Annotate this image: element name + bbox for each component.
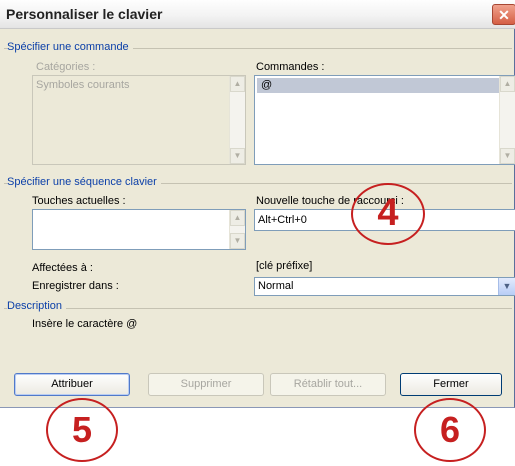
scroll-down-icon: ▼ <box>230 233 245 249</box>
categories-label: Catégories : <box>36 61 96 73</box>
scroll-down-icon[interactable]: ▼ <box>500 148 515 164</box>
commands-label: Commandes : <box>256 61 325 73</box>
callout-4: 4 <box>351 183 425 245</box>
categories-scrollbar: ▲ ▼ <box>229 76 245 164</box>
title-bar: Personnaliser le clavier ✕ <box>0 0 515 29</box>
description-group-label: Description <box>7 300 67 312</box>
close-button[interactable]: Fermer <box>400 373 502 396</box>
new-shortcut-value: Alt+Ctrl+0 <box>258 214 307 226</box>
commands-scrollbar[interactable]: ▲ ▼ <box>499 76 515 164</box>
callout-6: 6 <box>414 398 486 462</box>
current-keys-label: Touches actuelles : <box>32 195 126 207</box>
categories-listbox: Symboles courants ▲ ▼ <box>32 75 246 165</box>
close-icon: ✕ <box>498 7 510 23</box>
keyboard-customize-dialog: Personnaliser le clavier ✕ Spécifier une… <box>0 0 515 408</box>
current-keys-listbox[interactable]: ▲ ▼ <box>32 209 246 250</box>
dialog-title: Personnaliser le clavier <box>6 6 163 22</box>
save-in-value: Normal <box>258 280 294 292</box>
scroll-down-icon: ▼ <box>230 148 245 164</box>
specify-command-group-label: Spécifier une commande <box>7 41 133 53</box>
specify-sequence-group-label: Spécifier une séquence clavier <box>7 176 161 188</box>
commands-item-label: @ <box>261 79 273 91</box>
callout-5: 5 <box>46 398 118 462</box>
save-in-label: Enregistrer dans : <box>32 280 119 292</box>
scroll-up-icon: ▲ <box>230 210 245 226</box>
group-divider <box>4 308 512 309</box>
close-window-button[interactable]: ✕ <box>492 4 515 25</box>
scroll-up-icon[interactable]: ▲ <box>500 76 515 92</box>
remove-button[interactable]: Supprimer <box>148 373 264 396</box>
assigned-to-label: Affectées à : <box>32 262 93 274</box>
assign-button[interactable]: Attribuer <box>14 373 130 396</box>
reset-all-button[interactable]: Rétablir tout... <box>270 373 386 396</box>
save-in-dropdown[interactable]: Normal ▼ <box>254 277 515 296</box>
assigned-to-value: [clé préfixe] <box>256 260 313 272</box>
commands-listbox[interactable]: @ ▲ ▼ <box>254 75 515 165</box>
current-keys-scrollbar: ▲ ▼ <box>229 210 245 249</box>
description-text: Insère le caractère @ <box>32 318 138 330</box>
categories-item: Symboles courants <box>36 79 130 91</box>
commands-list-item[interactable]: @ <box>257 78 499 93</box>
scroll-up-icon: ▲ <box>230 76 245 92</box>
chevron-down-icon[interactable]: ▼ <box>498 278 515 295</box>
